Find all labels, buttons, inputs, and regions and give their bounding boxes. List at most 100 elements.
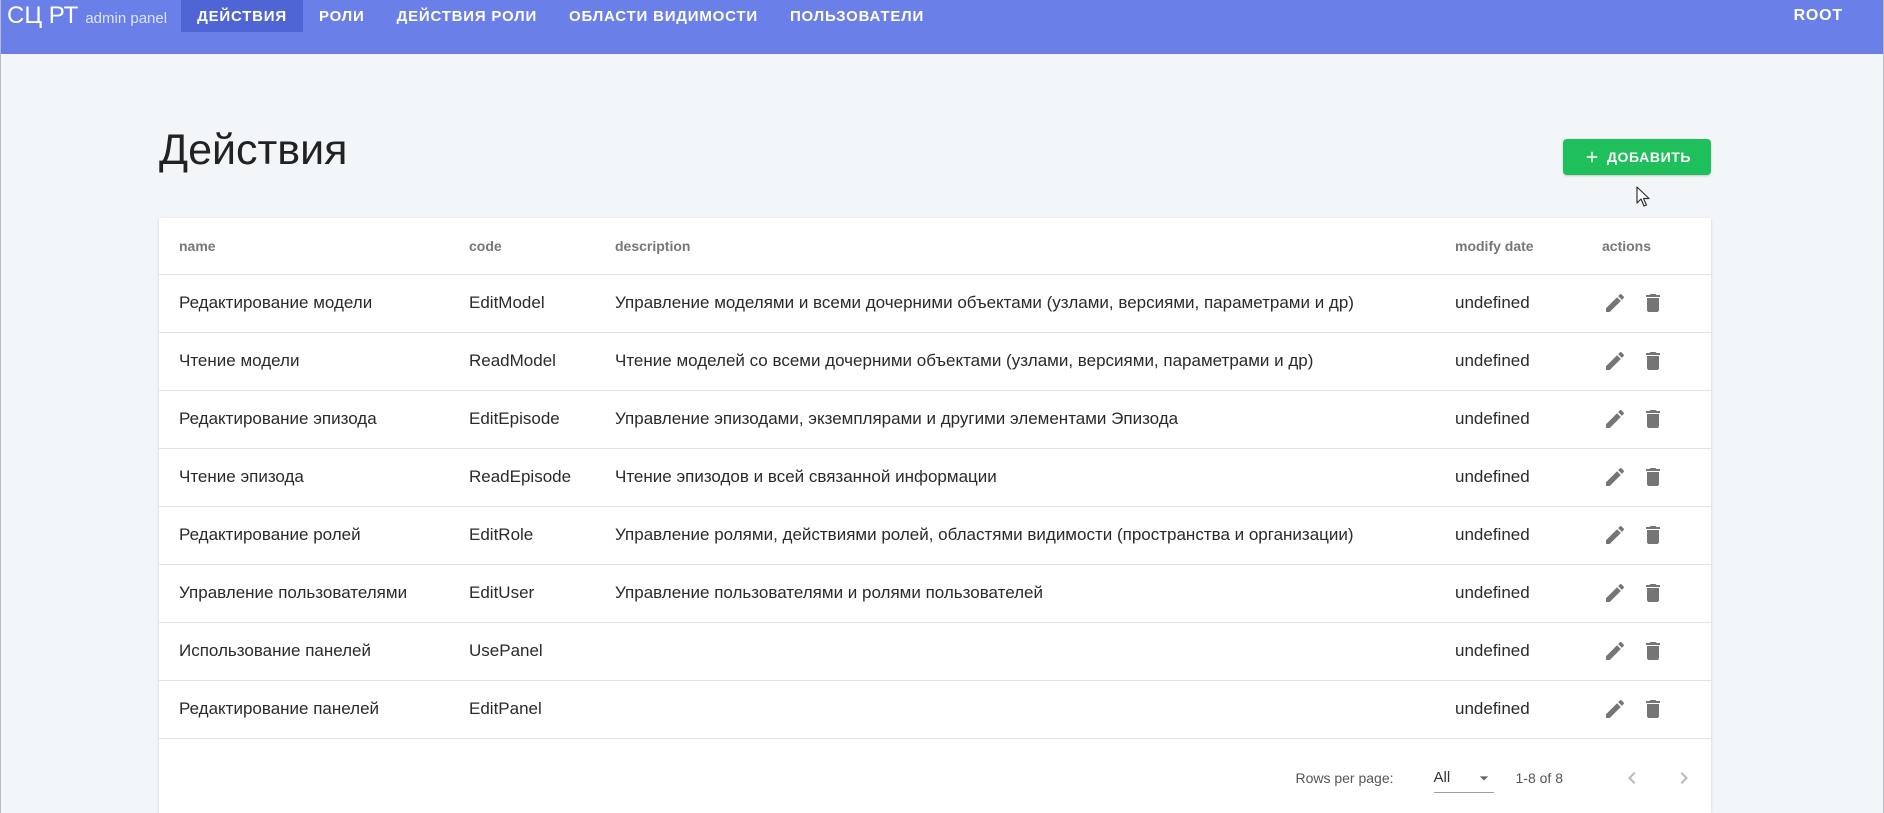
mouse-cursor-icon [1636,186,1650,207]
user-menu[interactable]: ROOT [1794,0,1843,32]
row-actions [1602,406,1711,432]
delete-button[interactable] [1640,638,1666,664]
trash-icon [1646,410,1660,428]
cell-code: EditUser [449,564,595,623]
cell-modify-date: undefined [1435,332,1582,391]
cell-code: ReadModel [449,332,595,391]
edit-button[interactable] [1602,696,1628,722]
trash-icon [1646,468,1660,486]
delete-button[interactable] [1640,696,1666,722]
delete-button[interactable] [1640,348,1666,374]
row-actions [1602,348,1711,374]
delete-button[interactable] [1640,290,1666,316]
delete-button[interactable] [1640,464,1666,490]
next-page-button[interactable] [1667,761,1701,795]
edit-button[interactable] [1602,464,1628,490]
table-row: Использование панелей UsePanel undefined [159,622,1711,681]
cell-modify-date: undefined [1435,680,1582,739]
cell-actions [1582,622,1711,681]
pencil-icon [1606,525,1625,544]
pencil-icon [1606,351,1625,370]
nav-tab-roles[interactable]: РОЛИ [303,0,381,32]
nav-tab-role-actions[interactable]: ДЕЙСТВИЯ РОЛИ [381,0,553,32]
add-button-label: ДОБАВИТЬ [1606,149,1692,165]
edit-button[interactable] [1602,522,1628,548]
column-header-code[interactable]: code [449,218,595,275]
cell-name: Редактирование модели [159,274,449,333]
cell-description: Управление ролями, действиями ролей, обл… [595,506,1435,565]
table-row: Редактирование модели EditModel Управление… [159,274,1711,333]
edit-button[interactable] [1602,406,1628,432]
row-actions [1602,290,1711,316]
cell-name: Редактирование эпизода [159,390,449,449]
cell-modify-date: undefined [1435,564,1582,623]
caret-down-icon [1479,775,1488,780]
actions-table-card: name code description modify date action… [159,218,1711,813]
table-body: Редактирование модели EditModel Управление… [159,274,1711,739]
previous-page-button[interactable] [1615,761,1649,795]
delete-button[interactable] [1640,406,1666,432]
edit-button[interactable] [1602,348,1628,374]
table-row: Чтение эпизода ReadEpisode Чтение эпизодов… [159,448,1711,507]
cell-description: Управление эпизодами, экземплярами и дру… [595,390,1435,449]
edit-button[interactable] [1602,290,1628,316]
trash-icon [1646,526,1660,544]
cell-name: Управление пользователями [159,564,449,623]
cell-actions [1582,274,1711,333]
edit-button[interactable] [1602,580,1628,606]
trash-icon [1646,584,1660,602]
chevron-left-icon [1628,772,1636,784]
pencil-icon [1606,467,1625,486]
cell-modify-date: undefined [1435,274,1582,333]
cell-actions [1582,390,1711,449]
cell-name: Использование панелей [159,622,449,681]
pencil-icon [1606,699,1625,718]
delete-button[interactable] [1640,522,1666,548]
nav-tab-actions[interactable]: ДЕЙСТВИЯ [181,0,303,32]
cell-name: Чтение эпизода [159,448,449,507]
plus-icon [1586,151,1598,163]
cell-description [595,680,1435,739]
brand-subtitle: admin panel [85,10,168,27]
cell-modify-date: undefined [1435,622,1582,681]
cell-modify-date: undefined [1435,506,1582,565]
cell-actions [1582,564,1711,623]
trash-icon [1646,642,1660,660]
trash-icon [1646,352,1660,370]
trash-icon [1646,294,1660,312]
table-row: Редактирование ролей EditRole Управление р… [159,506,1711,565]
cell-code: EditModel [449,274,595,333]
cell-description: Управление пользователями и ролями польз… [595,564,1435,623]
pencil-icon [1606,409,1625,428]
cell-actions [1582,448,1711,507]
column-header-name[interactable]: name [159,218,449,275]
cell-code: ReadEpisode [449,448,595,507]
delete-button[interactable] [1640,580,1666,606]
column-header-description[interactable]: description [595,218,1435,275]
edit-button[interactable] [1602,638,1628,664]
chevron-right-icon [1680,772,1688,784]
table-header-row: name code description modify date action… [159,218,1711,275]
cell-name: Чтение модели [159,332,449,391]
pencil-icon [1606,641,1625,660]
nav-tab-scopes[interactable]: ОБЛАСТИ ВИДИМОСТИ [553,0,774,32]
column-header-modify-date[interactable]: modify date [1435,218,1582,275]
cell-name: Редактирование ролей [159,506,449,565]
rows-per-page-value: All [1433,769,1451,786]
add-button[interactable]: ДОБАВИТЬ [1563,139,1711,175]
trash-icon [1646,700,1660,718]
app-window: СЦ РТ admin panel ДЕЙСТВИЯ РОЛИ ДЕЙСТВИЯ… [0,0,1884,813]
cell-modify-date: undefined [1435,448,1582,507]
row-actions [1602,580,1711,606]
brand-title: СЦ РТ [7,2,79,29]
brand[interactable]: СЦ РТ admin panel [1,0,167,32]
row-actions [1602,464,1711,490]
cell-actions [1582,332,1711,391]
nav-tab-users[interactable]: ПОЛЬЗОВАТЕЛИ [774,0,940,32]
row-actions [1602,522,1711,548]
cell-description [595,622,1435,681]
cell-description: Управление моделями и всеми дочерними об… [595,274,1435,333]
page-title: Действия [159,126,348,174]
row-actions [1602,638,1711,664]
rows-per-page-select[interactable]: All [1433,763,1494,793]
